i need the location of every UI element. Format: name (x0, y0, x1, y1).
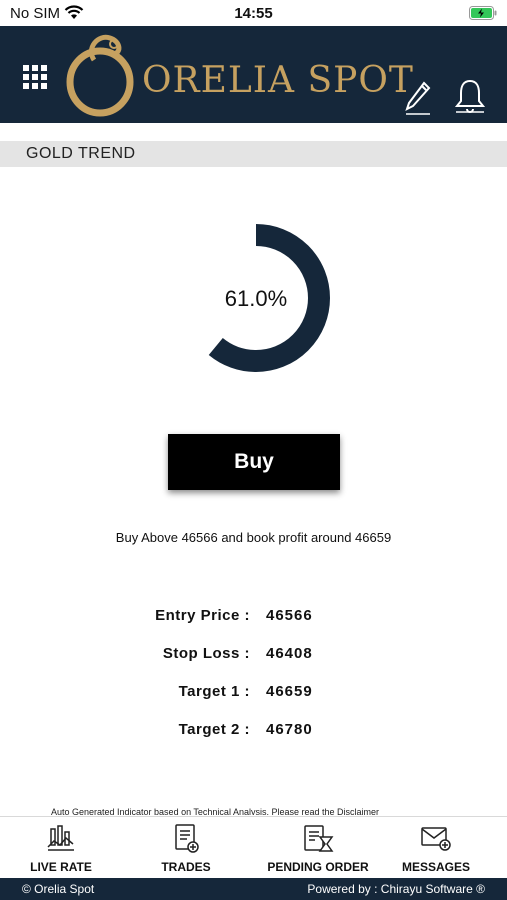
gauge-percent-label: 61.0% (224, 286, 288, 311)
entry-price-label: Entry Price : (155, 607, 250, 624)
disclaimer-text[interactable]: Auto Generated Indicator based on Techni… (0, 806, 430, 815)
footer-powered-by[interactable]: Powered by : Chirayu Software ® (307, 882, 485, 896)
section-header: GOLD TREND (0, 141, 507, 167)
orelia-ring-logo-icon (66, 34, 134, 117)
grid-menu-icon[interactable] (22, 64, 48, 90)
buy-button[interactable]: Buy (168, 434, 340, 490)
brand-name: ORELIA SPOT (142, 60, 414, 101)
tab-trades[interactable]: TRADES (122, 817, 250, 879)
target-1-value: 46659 (266, 683, 313, 700)
edit-pen-icon[interactable] (404, 80, 432, 116)
target-2-label: Target 2 : (178, 721, 250, 738)
messages-icon (421, 827, 451, 851)
stop-loss-label: Stop Loss : (162, 645, 250, 662)
battery-charging-icon (469, 6, 497, 20)
tab-label-messages: MESSAGES (401, 860, 470, 874)
target-2-value: 46780 (266, 721, 313, 738)
chart-icon (47, 825, 74, 851)
entry-price-value: 46566 (266, 607, 313, 624)
stop-loss-value: 46408 (266, 645, 313, 662)
status-time: 14:55 (234, 5, 273, 22)
footer-copyright: © Orelia Spot (22, 882, 95, 896)
pending-order-icon (304, 825, 334, 852)
target-1-label: Target 1 : (178, 683, 250, 700)
tab-pending-order[interactable]: PENDING ORDER (250, 817, 386, 879)
trades-icon (175, 824, 199, 853)
trade-advice: Buy Above 46566 and book profit around 4… (115, 530, 392, 545)
tab-label-trades: TRADES (161, 860, 211, 874)
tab-label-pending-order: PENDING ORDER (267, 860, 369, 874)
status-bar: No SIM 14:55 (0, 0, 507, 26)
notification-bell-icon[interactable] (454, 78, 486, 114)
tab-live-rate[interactable]: LIVE RATE (0, 817, 122, 879)
tab-label-live-rate: LIVE RATE (30, 860, 92, 874)
bottom-tab-bar: LIVE RATE TRADES PENDING ORDER MESSAGES (0, 816, 507, 879)
tab-messages[interactable]: MESSAGES (386, 817, 486, 879)
app-header: ORELIA SPOT (0, 26, 507, 123)
footer: © Orelia Spot Powered by : Chirayu Softw… (0, 878, 507, 900)
brand-logo: ORELIA SPOT (64, 30, 413, 120)
section-title: GOLD TREND (26, 145, 136, 162)
